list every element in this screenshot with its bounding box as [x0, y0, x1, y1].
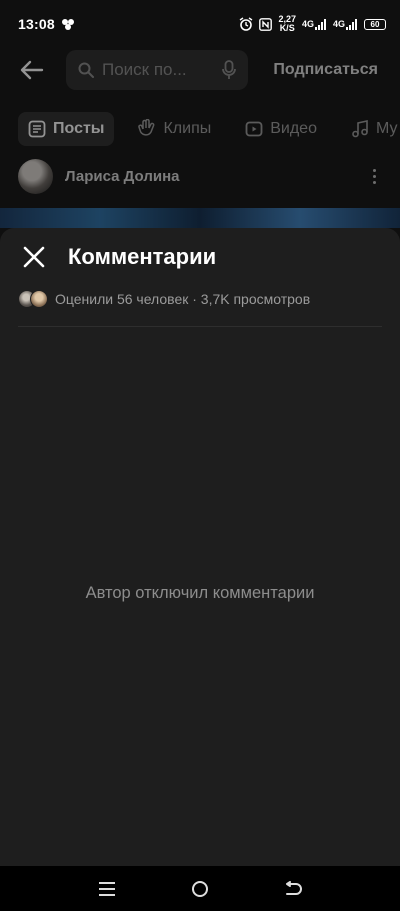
alarm-icon — [239, 17, 253, 31]
divider — [18, 326, 382, 327]
clips-icon — [138, 119, 155, 136]
network-speed: 2,27 K/S — [278, 15, 296, 33]
comments-disabled-message: Автор отключил комментарии — [85, 584, 315, 602]
background-page: Поиск по... Подписаться Посты Клипы Виде… — [0, 48, 400, 228]
system-navigation-bar — [0, 866, 400, 911]
status-time: 13:08 — [18, 16, 55, 32]
signal-icon-2: 4G — [332, 18, 358, 30]
search-icon — [78, 62, 94, 78]
tab-video[interactable]: Видео — [235, 112, 327, 146]
battery-icon: 60 — [364, 18, 386, 30]
comments-title: Комментарии — [68, 244, 217, 269]
nfc-icon — [259, 17, 273, 31]
back-return-icon — [286, 880, 303, 895]
search-placeholder: Поиск по... — [102, 60, 187, 79]
close-button[interactable] — [20, 243, 48, 271]
more-options-icon[interactable] — [373, 168, 376, 184]
signal-label-2: 4G — [332, 19, 345, 29]
network-speed-unit: K/S — [279, 23, 295, 33]
tab-posts-label: Посты — [53, 120, 105, 137]
tab-music-label: Му — [375, 120, 398, 137]
battery-level: 60 — [370, 19, 380, 29]
author-name[interactable]: Лариса Долина — [65, 168, 179, 185]
music-icon — [352, 120, 368, 138]
top-bar: Поиск по... Подписаться — [0, 48, 400, 92]
home-circle-icon — [191, 880, 208, 897]
comments-header: Комментарии — [0, 228, 400, 286]
recent-apps-button[interactable] — [93, 875, 121, 903]
author-avatar[interactable] — [18, 158, 53, 194]
microphone-icon[interactable] — [222, 60, 236, 80]
tab-clips-label: Клипы — [163, 120, 212, 137]
likes-summary[interactable]: Оценили 56 человек · 3,7K просмотров — [0, 288, 400, 310]
post-author-row: Лариса Долина — [0, 158, 400, 194]
menu-icon — [98, 881, 115, 896]
post-media-preview — [0, 208, 400, 228]
search-input[interactable]: Поиск по... — [66, 50, 248, 90]
liker-avatars — [18, 290, 48, 308]
signal-label-1: 4G — [301, 19, 314, 29]
back-button[interactable] — [18, 56, 46, 84]
comments-sheet: Комментарии Оценили 56 человек · 3,7K пр… — [0, 228, 400, 866]
status-bar: 13:08 2,27 K/S 4G 4G 60 — [0, 0, 400, 48]
tab-posts[interactable]: Посты — [18, 112, 115, 146]
close-icon — [23, 246, 45, 268]
notification-dots-icon — [61, 18, 75, 30]
system-back-button[interactable] — [279, 875, 307, 903]
video-icon — [245, 121, 263, 137]
tab-music[interactable]: Му — [341, 112, 400, 146]
signal-icon-1: 4G — [301, 18, 327, 30]
home-button[interactable] — [186, 875, 214, 903]
liker-avatar — [30, 290, 48, 308]
tab-video-label: Видео — [270, 120, 317, 137]
content-tabs: Посты Клипы Видео Му — [0, 110, 400, 148]
likes-views-text: Оценили 56 человек · 3,7K просмотров — [55, 291, 311, 307]
subscribe-button[interactable]: Подписаться — [273, 61, 378, 79]
posts-icon — [28, 120, 46, 138]
tab-clips[interactable]: Клипы — [128, 112, 221, 146]
back-arrow-icon — [20, 60, 44, 80]
